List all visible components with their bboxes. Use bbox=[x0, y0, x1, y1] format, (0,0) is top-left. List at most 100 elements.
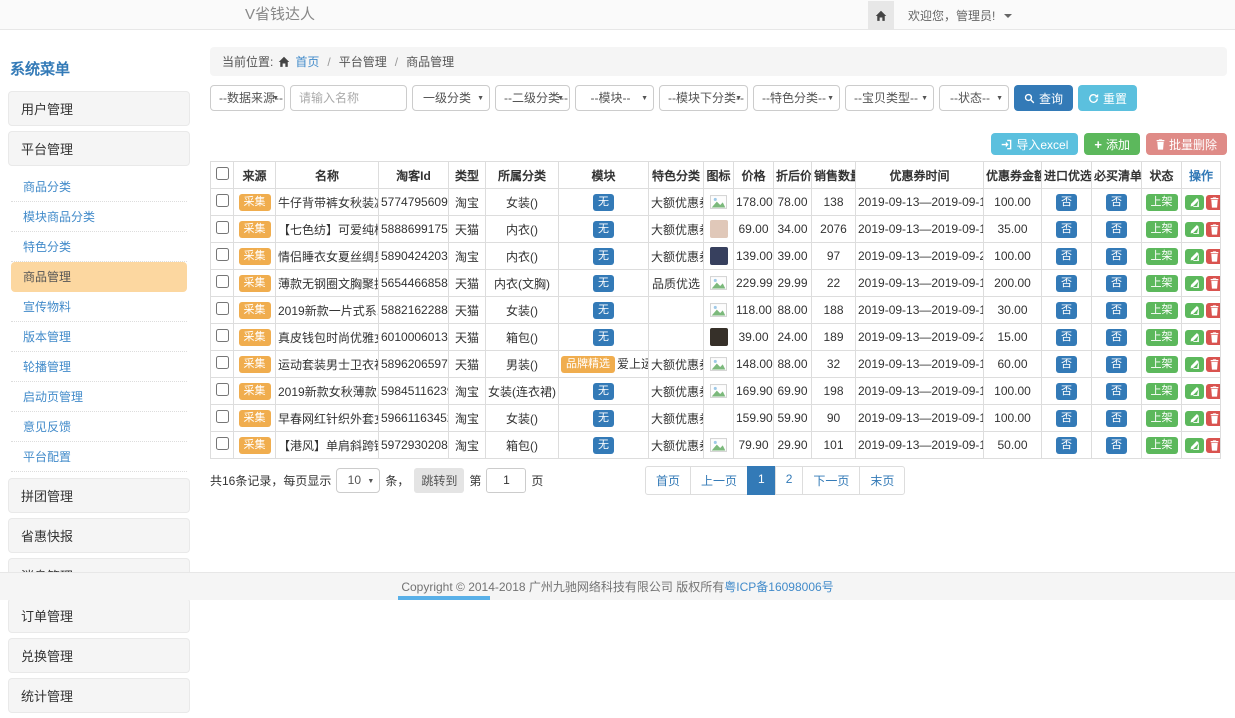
page-size-select[interactable]: 10▼ bbox=[336, 468, 380, 493]
edit-button[interactable] bbox=[1185, 222, 1204, 237]
import-toggle-button[interactable]: 否 bbox=[1056, 437, 1077, 454]
row-checkbox[interactable] bbox=[216, 248, 229, 261]
delete-button[interactable] bbox=[1206, 195, 1221, 210]
page-button[interactable]: 上一页 bbox=[690, 466, 748, 495]
status-button[interactable]: 上架 bbox=[1146, 194, 1178, 211]
must-buy-toggle-button[interactable]: 否 bbox=[1106, 194, 1127, 211]
import-toggle-button[interactable]: 否 bbox=[1056, 383, 1077, 400]
scrollbar-thumb[interactable] bbox=[398, 596, 490, 600]
row-checkbox[interactable] bbox=[216, 437, 229, 450]
sidebar-group[interactable]: 省惠快报 bbox=[8, 518, 190, 553]
row-checkbox[interactable] bbox=[216, 410, 229, 423]
module-select[interactable]: --模块--▼ bbox=[575, 85, 654, 111]
row-checkbox[interactable] bbox=[216, 194, 229, 207]
status-button[interactable]: 上架 bbox=[1146, 437, 1178, 454]
page-button[interactable]: 2 bbox=[775, 466, 804, 495]
breadcrumb-home-link[interactable]: 首页 bbox=[295, 53, 319, 70]
sidebar-item[interactable]: 启动页管理 bbox=[11, 382, 187, 412]
sidebar-item[interactable]: 商品分类 bbox=[11, 172, 187, 202]
sidebar-item[interactable]: 宣传物料 bbox=[11, 292, 187, 322]
must-buy-toggle-button[interactable]: 否 bbox=[1106, 221, 1127, 238]
must-buy-toggle-button[interactable]: 否 bbox=[1106, 248, 1127, 265]
delete-button[interactable] bbox=[1206, 384, 1221, 399]
edit-button[interactable] bbox=[1185, 384, 1204, 399]
must-buy-toggle-button[interactable]: 否 bbox=[1106, 356, 1127, 373]
edit-button[interactable] bbox=[1185, 303, 1204, 318]
feature-category-select[interactable]: --特色分类--▼ bbox=[753, 85, 840, 111]
row-checkbox[interactable] bbox=[216, 329, 229, 342]
sidebar-item[interactable]: 平台配置 bbox=[11, 442, 187, 472]
page-button-current[interactable]: 1 bbox=[747, 466, 776, 495]
edit-button[interactable] bbox=[1185, 276, 1204, 291]
name-input[interactable] bbox=[290, 85, 407, 111]
delete-button[interactable] bbox=[1206, 411, 1221, 426]
edit-button[interactable] bbox=[1185, 357, 1204, 372]
sidebar-item[interactable]: 意见反馈 bbox=[11, 412, 187, 442]
batch-delete-button[interactable]: 批量删除 bbox=[1146, 133, 1227, 155]
sidebar-item-active[interactable]: 商品管理 bbox=[11, 262, 187, 292]
user-dropdown[interactable]: 欢迎您，管理员! bbox=[908, 7, 1012, 24]
row-checkbox[interactable] bbox=[216, 356, 229, 369]
item-type-select[interactable]: --宝贝类型--▼ bbox=[845, 85, 934, 111]
delete-button[interactable] bbox=[1206, 222, 1221, 237]
status-button[interactable]: 上架 bbox=[1146, 221, 1178, 238]
sidebar-group[interactable]: 用户管理 bbox=[8, 91, 190, 126]
import-excel-button[interactable]: 导入excel bbox=[991, 133, 1078, 155]
sidebar-group[interactable]: 兑换管理 bbox=[8, 638, 190, 673]
reset-button[interactable]: 重置 bbox=[1078, 85, 1137, 111]
sidebar-group[interactable]: 拼团管理 bbox=[8, 478, 190, 513]
delete-button[interactable] bbox=[1206, 438, 1221, 453]
icp-link[interactable]: 粤ICP备16098006号 bbox=[724, 578, 833, 595]
sidebar-group[interactable]: 统计管理 bbox=[8, 678, 190, 713]
status-button[interactable]: 上架 bbox=[1146, 356, 1178, 373]
data-source-select[interactable]: --数据来源--▼ bbox=[210, 85, 285, 111]
status-select[interactable]: --状态--▼ bbox=[939, 85, 1009, 111]
edit-button[interactable] bbox=[1185, 411, 1204, 426]
jump-button[interactable]: 跳转到 bbox=[414, 468, 464, 493]
delete-button[interactable] bbox=[1206, 330, 1221, 345]
edit-button[interactable] bbox=[1185, 438, 1204, 453]
import-toggle-button[interactable]: 否 bbox=[1056, 356, 1077, 373]
edit-button[interactable] bbox=[1185, 249, 1204, 264]
import-toggle-button[interactable]: 否 bbox=[1056, 221, 1077, 238]
row-checkbox[interactable] bbox=[216, 383, 229, 396]
sidebar-item[interactable]: 版本管理 bbox=[11, 322, 187, 352]
home-button[interactable] bbox=[868, 1, 894, 30]
module-sub-category-select[interactable]: --模块下分类--▼ bbox=[659, 85, 748, 111]
import-toggle-button[interactable]: 否 bbox=[1056, 302, 1077, 319]
import-toggle-button[interactable]: 否 bbox=[1056, 329, 1077, 346]
delete-button[interactable] bbox=[1206, 303, 1221, 318]
must-buy-toggle-button[interactable]: 否 bbox=[1106, 302, 1127, 319]
row-checkbox[interactable] bbox=[216, 275, 229, 288]
row-checkbox[interactable] bbox=[216, 221, 229, 234]
page-button[interactable]: 首页 bbox=[645, 466, 691, 495]
import-toggle-button[interactable]: 否 bbox=[1056, 410, 1077, 427]
level2-category-select[interactable]: --二级分类--▼ bbox=[495, 85, 570, 111]
edit-button[interactable] bbox=[1185, 195, 1204, 210]
sidebar-group[interactable]: 订单管理 bbox=[8, 598, 190, 633]
delete-button[interactable] bbox=[1206, 276, 1221, 291]
row-checkbox[interactable] bbox=[216, 302, 229, 315]
add-button[interactable]: +添加 bbox=[1084, 133, 1140, 155]
edit-button[interactable] bbox=[1185, 330, 1204, 345]
delete-button[interactable] bbox=[1206, 357, 1221, 372]
status-button[interactable]: 上架 bbox=[1146, 410, 1178, 427]
status-button[interactable]: 上架 bbox=[1146, 302, 1178, 319]
search-button[interactable]: 查询 bbox=[1014, 85, 1073, 111]
sidebar-item[interactable]: 轮播管理 bbox=[11, 352, 187, 382]
must-buy-toggle-button[interactable]: 否 bbox=[1106, 410, 1127, 427]
import-toggle-button[interactable]: 否 bbox=[1056, 248, 1077, 265]
status-button[interactable]: 上架 bbox=[1146, 275, 1178, 292]
page-button[interactable]: 下一页 bbox=[802, 466, 860, 495]
level1-category-select[interactable]: 一级分类▼ bbox=[412, 85, 490, 111]
sidebar-item[interactable]: 模块商品分类 bbox=[11, 202, 187, 232]
status-button[interactable]: 上架 bbox=[1146, 383, 1178, 400]
delete-button[interactable] bbox=[1206, 249, 1221, 264]
import-toggle-button[interactable]: 否 bbox=[1056, 194, 1077, 211]
status-button[interactable]: 上架 bbox=[1146, 329, 1178, 346]
status-button[interactable]: 上架 bbox=[1146, 248, 1178, 265]
import-toggle-button[interactable]: 否 bbox=[1056, 275, 1077, 292]
sidebar-item[interactable]: 特色分类 bbox=[11, 232, 187, 262]
must-buy-toggle-button[interactable]: 否 bbox=[1106, 383, 1127, 400]
select-all-checkbox[interactable] bbox=[216, 167, 229, 180]
